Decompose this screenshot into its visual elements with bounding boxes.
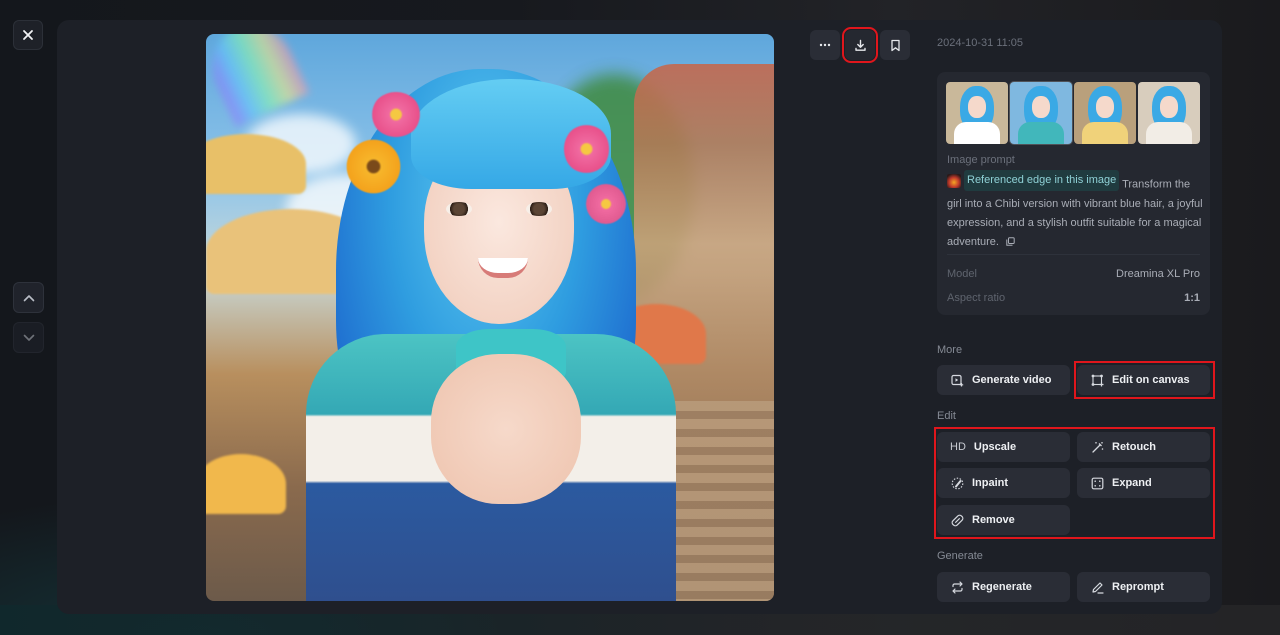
remove-button[interactable]: Remove [937, 505, 1070, 535]
aspect-ratio-row: Aspect ratio 1:1 [947, 292, 1200, 304]
image-flower [564, 124, 609, 174]
reference-thumbnail [947, 173, 961, 188]
reprompt-button[interactable]: Reprompt [1077, 572, 1210, 602]
main-image[interactable] [206, 34, 774, 601]
aspect-ratio-value: 1:1 [1184, 292, 1200, 304]
thumbnail-strip [946, 82, 1200, 144]
download-button[interactable] [842, 27, 878, 63]
reprompt-label: Reprompt [1112, 581, 1164, 593]
remove-label: Remove [972, 514, 1015, 526]
image-viewer-panel: 2024-10-31 11:05 Image prompt Referenced… [57, 20, 1222, 614]
model-value: Dreamina XL Pro [1116, 268, 1200, 280]
timestamp: 2024-10-31 11:05 [937, 37, 1024, 49]
image-rainbow [206, 34, 310, 127]
edit-on-canvas-button[interactable]: Edit on canvas [1077, 365, 1210, 395]
card-divider [947, 254, 1200, 255]
more-horizontal-icon [819, 43, 831, 47]
thumbnail[interactable] [1010, 82, 1072, 144]
regenerate-button[interactable]: Regenerate [937, 572, 1070, 602]
upscale-button[interactable]: HD Upscale [937, 432, 1070, 462]
thumbnail[interactable] [1074, 82, 1136, 144]
expand-label: Expand [1112, 477, 1152, 489]
next-image-button[interactable] [13, 322, 44, 353]
close-icon [22, 29, 34, 41]
copy-icon[interactable] [1006, 236, 1015, 246]
chevron-up-icon [23, 294, 35, 302]
expand-icon [1090, 476, 1104, 490]
generate-video-label: Generate video [972, 374, 1052, 386]
image-flower [346, 139, 401, 194]
magic-wand-icon [1090, 440, 1104, 454]
model-row: Model Dreamina XL Pro [947, 268, 1200, 280]
pencil-icon [1090, 580, 1104, 594]
edit-on-canvas-label: Edit on canvas [1112, 374, 1190, 386]
thumbnail[interactable] [946, 82, 1008, 144]
previous-image-button[interactable] [13, 282, 44, 313]
section-label-edit: Edit [937, 410, 956, 422]
prompt-label: Image prompt [947, 154, 1015, 166]
section-label-more: More [937, 344, 963, 356]
upscale-label: Upscale [973, 441, 1017, 453]
bookmark-button[interactable] [880, 30, 910, 60]
chevron-down-icon [23, 334, 35, 342]
info-card: Image prompt Referenced edge in this ima… [937, 72, 1210, 315]
repeat-icon [950, 580, 964, 594]
reference-chip-label: Referenced edge in this image [964, 170, 1120, 191]
image-flower [371, 92, 421, 137]
image-toolbar [810, 27, 910, 63]
regenerate-label: Regenerate [972, 581, 1032, 593]
inpaint-button[interactable]: Inpaint [937, 468, 1070, 498]
image-eye [446, 202, 472, 216]
retouch-button[interactable]: Retouch [1077, 432, 1210, 462]
image-hands [431, 354, 581, 504]
download-icon [854, 39, 867, 52]
image-eye [526, 202, 552, 216]
hd-icon: HD [950, 441, 966, 453]
generate-video-button[interactable]: Generate video [937, 365, 1070, 395]
retouch-label: Retouch [1112, 441, 1156, 453]
canvas-icon [1090, 373, 1104, 387]
section-label-generate: Generate [937, 550, 983, 562]
reference-chip[interactable]: Referenced edge in this image [947, 170, 1120, 191]
eraser-icon [950, 513, 964, 527]
image-flower [586, 184, 626, 224]
expand-button[interactable]: Expand [1077, 468, 1210, 498]
aspect-ratio-label: Aspect ratio [947, 292, 1006, 304]
image-umbrella [206, 454, 286, 514]
more-options-button[interactable] [810, 30, 840, 60]
thumbnail[interactable] [1138, 82, 1200, 144]
prompt-text-block: Referenced edge in this image Transform … [947, 170, 1203, 252]
brush-icon [950, 476, 964, 490]
close-button[interactable] [13, 20, 43, 50]
inpaint-label: Inpaint [972, 477, 1009, 489]
model-label: Model [947, 268, 977, 280]
video-add-icon [950, 373, 964, 387]
bookmark-icon [890, 39, 901, 52]
